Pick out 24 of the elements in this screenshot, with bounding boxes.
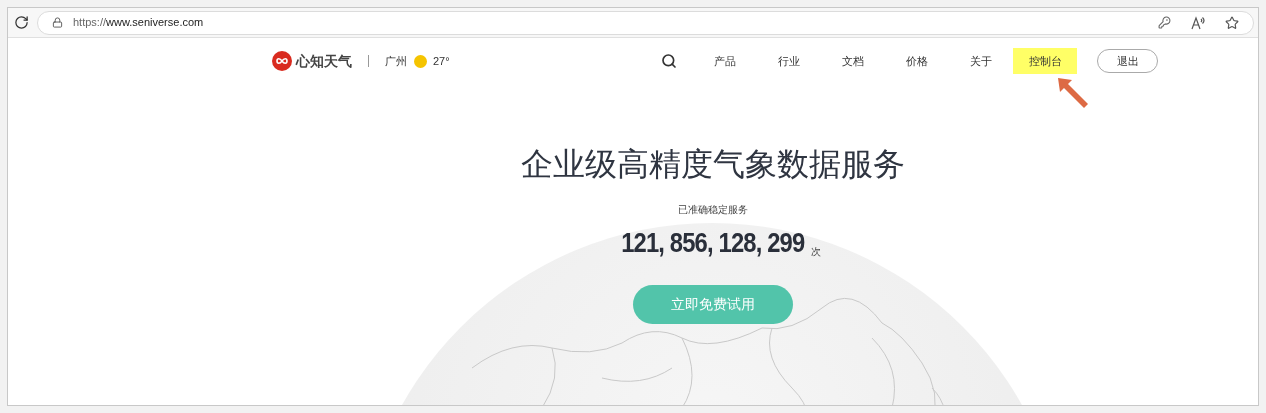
- lock-icon[interactable]: [52, 17, 63, 28]
- count-unit: 次: [810, 245, 821, 259]
- temperature: 27°: [433, 53, 450, 69]
- nav-link[interactable]: 关于: [949, 48, 1013, 74]
- city-name: 广州: [385, 53, 407, 69]
- address-field[interactable]: https://www.seniverse.com: [37, 10, 1254, 35]
- nav-link[interactable]: 行业: [757, 48, 821, 74]
- brand-name: 心知天气: [296, 51, 352, 71]
- read-aloud-icon[interactable]: [1191, 15, 1205, 30]
- key-icon[interactable]: [1158, 16, 1171, 29]
- nav-link[interactable]: 产品: [693, 48, 757, 74]
- sun-icon: [414, 54, 427, 68]
- nav-link[interactable]: 文档: [821, 48, 885, 74]
- url-text: https://www.seniverse.com: [73, 15, 205, 31]
- logo-icon: [272, 51, 292, 71]
- hero-title: 企业级高精度气象数据服务: [521, 145, 905, 184]
- search-icon[interactable]: [661, 53, 677, 69]
- favorite-star-icon[interactable]: [1225, 15, 1239, 30]
- nav-link[interactable]: 控制台: [1013, 48, 1077, 74]
- pointer-arrow: [1056, 76, 1090, 110]
- hero-subtitle: 已准确稳定服务: [678, 203, 748, 217]
- reload-icon[interactable]: [14, 15, 29, 30]
- nav-link[interactable]: 价格: [885, 48, 949, 74]
- service-count: 121, 856, 128, 299: [621, 227, 805, 259]
